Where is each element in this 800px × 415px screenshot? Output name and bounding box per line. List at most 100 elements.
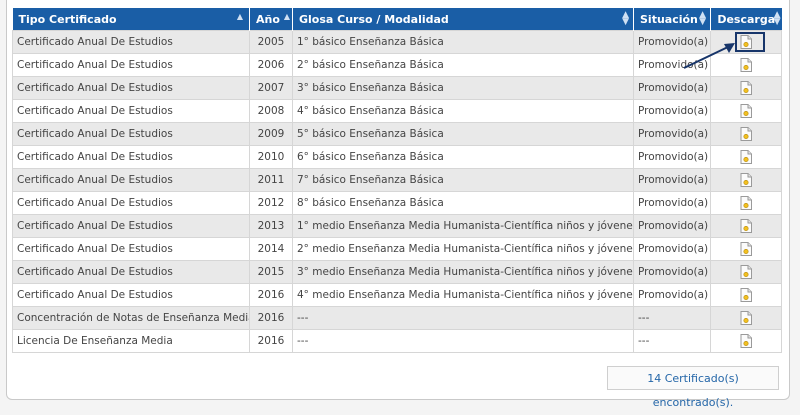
document-download-icon[interactable] <box>740 288 752 302</box>
document-download-icon[interactable] <box>740 265 752 279</box>
cell-glosa: 5° básico Enseñanza Básica <box>292 122 634 146</box>
cell-glosa: 6° básico Enseñanza Básica <box>292 145 634 169</box>
cell-descarga <box>710 99 782 123</box>
sort-up-icon[interactable]: ▲ <box>237 12 243 21</box>
cell-glosa: 2° medio Enseñanza Media Humanista-Cient… <box>292 237 634 261</box>
cell-anio: 2016 <box>249 329 293 353</box>
document-download-icon[interactable] <box>740 104 752 118</box>
results-count: 14 Certificado(s) encontrado(s). <box>607 366 779 409</box>
cell-tipo: Certificado Anual De Estudios <box>12 122 250 146</box>
cell-situacion: Promovido(a) <box>633 260 711 284</box>
sort-up-icon[interactable]: ▲ <box>284 12 290 21</box>
certificates-table: Tipo Certificado ▲ Año ▲ Glosa Curso / Mod… <box>12 8 782 353</box>
cell-situacion: Promovido(a) <box>633 145 711 169</box>
col-header-label: Año <box>256 12 280 26</box>
table-row: Certificado Anual De Estudios 2011 7° bási… <box>12 168 782 192</box>
col-header-glosa[interactable]: Glosa Curso / Modalidad ▲ ▼ <box>292 8 634 31</box>
cell-anio: 2008 <box>249 99 293 123</box>
table-row: Certificado Anual De Estudios 2009 5° bási… <box>12 122 782 146</box>
cell-descarga <box>710 145 782 169</box>
document-download-icon[interactable] <box>740 196 752 210</box>
document-download-icon[interactable] <box>740 173 752 187</box>
document-download-icon[interactable] <box>740 81 752 95</box>
table-row: Certificado Anual De Estudios 2014 2° medi… <box>12 237 782 261</box>
document-download-icon[interactable] <box>740 334 752 348</box>
cell-glosa: 4° básico Enseñanza Básica <box>292 99 634 123</box>
cell-tipo: Certificado Anual De Estudios <box>12 237 250 261</box>
cell-situacion: Promovido(a) <box>633 237 711 261</box>
cell-glosa: --- <box>292 329 634 353</box>
cell-situacion: --- <box>633 329 711 353</box>
cell-tipo: Certificado Anual De Estudios <box>12 99 250 123</box>
cell-glosa: --- <box>292 306 634 330</box>
col-header-anio[interactable]: Año ▲ <box>249 8 293 31</box>
cell-situacion: Promovido(a) <box>633 214 711 238</box>
table-row: Certificado Anual De Estudios 2006 2° bási… <box>12 53 782 77</box>
cell-tipo: Licencia De Enseñanza Media <box>12 329 250 353</box>
table-row: Certificado Anual De Estudios 2010 6° bási… <box>12 145 782 169</box>
cell-anio: 2007 <box>249 76 293 100</box>
table-row: Certificado Anual De Estudios 2015 3° medi… <box>12 260 782 284</box>
cell-tipo: Concentración de Notas de Enseñanza Medi… <box>12 306 250 330</box>
document-download-icon[interactable] <box>740 311 752 325</box>
col-header-descarga[interactable]: Descarga ▲ ▼ <box>710 8 782 31</box>
cell-tipo: Certificado Anual De Estudios <box>12 191 250 215</box>
cell-glosa: 4° medio Enseñanza Media Humanista-Cient… <box>292 283 634 307</box>
cell-glosa: 8° básico Enseñanza Básica <box>292 191 634 215</box>
cell-tipo: Certificado Anual De Estudios <box>12 283 250 307</box>
table-row: Certificado Anual De Estudios 2016 4° medi… <box>12 283 782 307</box>
sort-arrows-icon[interactable]: ▲ ▼ <box>699 11 706 27</box>
cell-descarga <box>710 122 782 146</box>
document-download-icon[interactable] <box>740 58 752 72</box>
cell-situacion: Promovido(a) <box>633 76 711 100</box>
document-download-icon[interactable] <box>740 150 752 164</box>
table-row: Licencia De Enseñanza Media 2016 --- --- <box>12 329 782 353</box>
cell-anio: 2014 <box>249 237 293 261</box>
cell-glosa: 3° básico Enseñanza Básica <box>292 76 634 100</box>
cell-anio: 2016 <box>249 283 293 307</box>
cell-anio: 2005 <box>249 30 293 54</box>
document-download-icon[interactable] <box>740 242 752 256</box>
cell-tipo: Certificado Anual De Estudios <box>12 214 250 238</box>
cell-situacion: Promovido(a) <box>633 168 711 192</box>
sort-arrows-icon[interactable]: ▲ ▼ <box>774 11 781 27</box>
table-header-row: Tipo Certificado ▲ Año ▲ Glosa Curso / Mod… <box>12 8 782 31</box>
cell-descarga <box>710 329 782 353</box>
cell-situacion: Promovido(a) <box>633 191 711 215</box>
cell-tipo: Certificado Anual De Estudios <box>12 260 250 284</box>
col-header-label: Glosa Curso / Modalidad <box>299 12 449 26</box>
cell-anio: 2013 <box>249 214 293 238</box>
cell-descarga <box>710 168 782 192</box>
cell-glosa: 1° básico Enseñanza Básica <box>292 30 634 54</box>
document-download-icon[interactable] <box>740 219 752 233</box>
cell-situacion: --- <box>633 306 711 330</box>
cell-glosa: 2° básico Enseñanza Básica <box>292 53 634 77</box>
sort-arrows-icon[interactable]: ▲ ▼ <box>622 11 629 27</box>
col-header-label: Situación <box>640 12 698 26</box>
cell-descarga <box>710 306 782 330</box>
table-row: Certificado Anual De Estudios 2012 8° bási… <box>12 191 782 215</box>
cell-glosa: 1° medio Enseñanza Media Humanista-Cient… <box>292 214 634 238</box>
document-download-icon[interactable] <box>740 127 752 141</box>
cell-descarga <box>710 214 782 238</box>
cell-anio: 2011 <box>249 168 293 192</box>
cell-glosa: 3° medio Enseñanza Media Humanista-Cient… <box>292 260 634 284</box>
cell-anio: 2012 <box>249 191 293 215</box>
col-header-tipo[interactable]: Tipo Certificado ▲ <box>12 8 250 31</box>
cell-tipo: Certificado Anual De Estudios <box>12 168 250 192</box>
table-row: Concentración de Notas de Enseñanza Medi… <box>12 306 782 330</box>
cell-anio: 2015 <box>249 260 293 284</box>
cell-descarga <box>710 191 782 215</box>
cell-tipo: Certificado Anual De Estudios <box>12 30 250 54</box>
col-header-label: Tipo Certificado <box>18 12 117 26</box>
cell-glosa: 7° básico Enseñanza Básica <box>292 168 634 192</box>
cell-anio: 2016 <box>249 306 293 330</box>
table-row: Certificado Anual De Estudios 2008 4° bási… <box>12 99 782 123</box>
cell-descarga <box>710 260 782 284</box>
table-row: Certificado Anual De Estudios 2013 1° medi… <box>12 214 782 238</box>
col-header-situacion[interactable]: Situación ▲ ▼ <box>633 8 711 31</box>
cell-descarga <box>710 283 782 307</box>
cell-anio: 2009 <box>249 122 293 146</box>
col-header-label: Descarga <box>717 12 776 26</box>
cell-descarga <box>710 76 782 100</box>
